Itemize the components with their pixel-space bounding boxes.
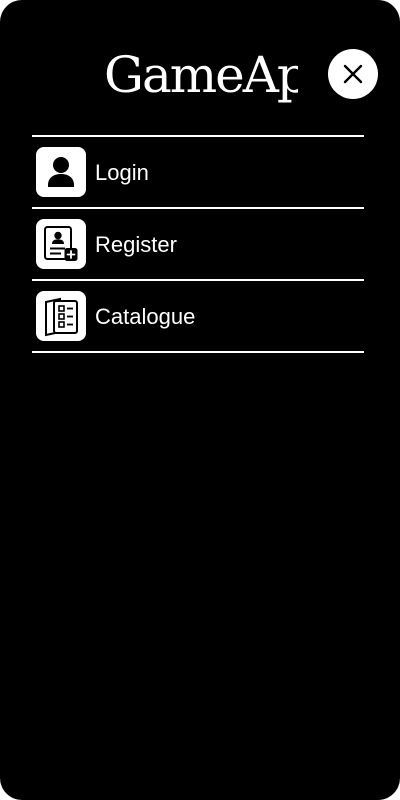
side-menu: Login Register Catalogue bbox=[32, 135, 364, 353]
app-logo: GameApp bbox=[104, 48, 298, 104]
register-icon bbox=[36, 219, 86, 269]
menu-item-label: Catalogue bbox=[95, 304, 196, 329]
svg-text:GameApp: GameApp bbox=[104, 48, 298, 104]
close-button[interactable] bbox=[328, 49, 378, 99]
menu-item-label: Login bbox=[95, 160, 149, 185]
catalogue-icon bbox=[36, 291, 86, 341]
menu-item-catalogue[interactable]: Catalogue bbox=[32, 281, 364, 353]
menu-screen: GameApp Login bbox=[0, 0, 400, 800]
user-icon bbox=[36, 147, 86, 197]
header: GameApp bbox=[0, 0, 400, 135]
menu-item-register[interactable]: Register bbox=[32, 209, 364, 281]
close-icon bbox=[343, 64, 363, 84]
menu-item-login[interactable]: Login bbox=[32, 137, 364, 209]
menu-item-label: Register bbox=[95, 232, 177, 257]
